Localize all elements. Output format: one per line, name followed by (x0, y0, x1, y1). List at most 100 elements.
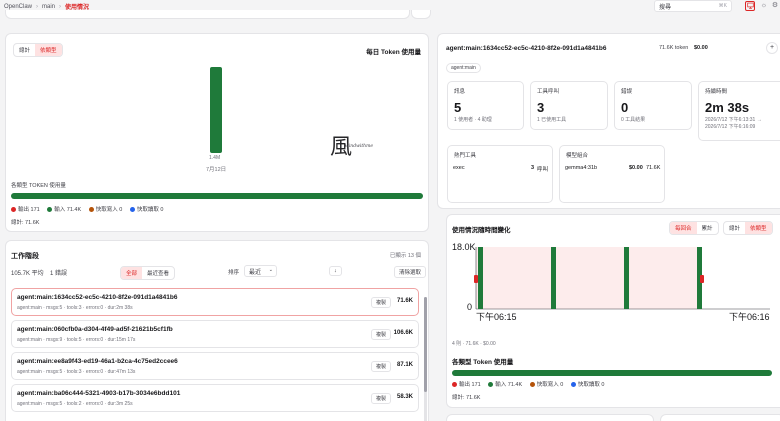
seg-total[interactable]: 總計 (724, 222, 745, 234)
timeline-legend: 輸出 171 輸入 71.4K 快取寫入 0 快取讀取 0 (452, 380, 610, 388)
stat-sub: 1 使用者 · 4 助理 (454, 117, 492, 123)
sort-value: 最近 (249, 270, 262, 276)
stat-label: 錯誤 (621, 89, 633, 95)
sessions-errors: 1 錯誤 (50, 271, 68, 277)
timeline-bar[interactable] (551, 247, 556, 309)
legend-cache-read: 快取讀取 0 (129, 206, 164, 213)
timeline-mode-toggle: 每回合 累計 (669, 221, 719, 235)
legend-dot (570, 381, 576, 387)
sessions-average: 105.7K 平均 (11, 271, 44, 277)
legend-cache-write: 快取寫入 0 (88, 206, 123, 213)
daily-bar[interactable] (210, 67, 222, 153)
legend-cache-read: 快取讀取 0 (570, 381, 604, 388)
daily-view-toggle: 總計 依類型 (13, 43, 63, 57)
model-mix-title: 模型組合 (566, 153, 589, 159)
stat-duration: 持續時間 2m 38s 2026/7/12 下午6:13:31 → 2026/7… (698, 81, 780, 141)
detail-add-button[interactable]: + (766, 42, 778, 54)
search-shortcut: ⌘K (718, 3, 727, 9)
session-tokens: 87.1K (396, 362, 413, 368)
session-name: agent:main:1634cc52-ec5c-4210-8f2e-091d1… (17, 294, 178, 301)
legend-output: 輸出 171 (452, 381, 481, 388)
seg-cumulative[interactable]: 累計 (697, 222, 718, 234)
legend-label: 快取寫入 0 (95, 207, 123, 213)
tab-all[interactable]: 全部 (121, 267, 143, 279)
session-row[interactable]: agent:main:060cfb0a-d304-4f49-ad5f-21621… (11, 320, 419, 348)
session-meta: agent:main · msgs:5 · tools:2 · errors:0… (17, 401, 133, 407)
timeline-bar[interactable] (478, 247, 483, 309)
copy-button[interactable]: 複製 (370, 297, 391, 308)
seg-per-turn[interactable]: 每回合 (670, 222, 697, 234)
stat-errors: 錯誤 0 0 工具結果 (614, 81, 692, 130)
range-handle-right[interactable] (700, 275, 704, 283)
session-meta: agent:main · msgs:5 · tools:3 · errors:0… (17, 305, 133, 311)
timeline-view-toggle: 總計 依類型 (723, 221, 773, 235)
legend-dot (88, 206, 94, 212)
legend-input: 輸入 71.4K (47, 206, 82, 213)
range-handle-left[interactable] (474, 275, 478, 283)
stat-value: 2m 38s (705, 100, 750, 115)
breadcrumb-openclaw[interactable]: OpenClaw (4, 4, 32, 10)
stat-sub: 2026/7/12 下午6:16:09 (705, 124, 756, 130)
stat-sub: 0 工具結果 (621, 117, 646, 123)
legend-cache-write: 快取寫入 0 (529, 381, 563, 388)
legend-dot (529, 381, 535, 387)
legend-dot (452, 381, 457, 387)
legend-label: 輸入 71.4K (495, 382, 523, 388)
monitor-icon[interactable] (745, 1, 755, 11)
breadcrumb-main[interactable]: main (42, 4, 55, 10)
sessions-title: 工作階段 (11, 253, 39, 260)
legend-dot (488, 381, 494, 387)
type-usage-title: 各類型 TOKEN 使用量 (11, 183, 66, 189)
daily-token-card: 總計 依類型 每日 Token 使用量 1.4M 7月12日 風 windwit… (5, 33, 429, 232)
sun-icon[interactable]: ☼ (759, 1, 769, 11)
search-label: 搜尋 (659, 4, 672, 11)
sessions-scrollbar[interactable] (424, 297, 427, 421)
seg-total[interactable]: 總計 (14, 44, 35, 56)
settings-icon[interactable]: ⚙ (770, 1, 780, 11)
sort-select[interactable]: 最近 ⌄ (244, 265, 277, 277)
search-input[interactable]: 搜尋 ⌘K (654, 0, 732, 12)
hot-tools-title: 熱門工具 (454, 153, 477, 159)
session-row[interactable]: agent:main:1634cc52-ec5c-4210-8f2e-091d1… (11, 288, 419, 316)
sort-label: 排序 (228, 270, 240, 276)
stat-label: 持續時間 (705, 89, 728, 95)
breadcrumb-separator: › (59, 3, 62, 10)
session-tokens: 71.6K (396, 298, 413, 304)
chevron-down-icon: ⌄ (268, 267, 273, 273)
bottom-card-partial (660, 414, 780, 421)
timeline-range-highlight (476, 247, 702, 309)
legend-label: 輸入 71.4K (54, 207, 82, 213)
copy-button[interactable]: 複製 (370, 329, 391, 340)
y-tick-max: 18.0K (452, 242, 476, 252)
hot-tool-unit: 呼叫 (537, 167, 549, 173)
sort-direction-button[interactable]: ↓ (329, 266, 342, 276)
daily-bar-value: 1.4M (209, 155, 221, 161)
copy-button[interactable]: 複製 (370, 361, 391, 372)
breadcrumb-separator: › (36, 3, 39, 10)
session-name: agent:main:060cfb0a-d304-4f49-ad5f-21621… (17, 326, 173, 333)
detail-agent-tag: agent:main (446, 63, 481, 73)
stat-tool-calls: 工具呼叫 3 1 已使用工具 (530, 81, 608, 130)
session-tokens: 58.3K (396, 394, 413, 400)
legend-dot (11, 206, 16, 212)
timeline-type-title: 各類型 Token 使用量 (452, 359, 514, 366)
stat-label: 工具呼叫 (537, 89, 560, 95)
timeline-bar[interactable] (624, 247, 629, 309)
seg-by-type[interactable]: 依類型 (35, 44, 62, 56)
seg-by-type[interactable]: 依類型 (745, 222, 772, 234)
clear-selection-button[interactable]: 清除選取 (394, 266, 427, 278)
tab-recent[interactable]: 最近查看 (142, 267, 174, 279)
scrollbar-thumb[interactable] (424, 297, 427, 392)
session-meta: agent:main · msgs:9 · tools:5 · errors:0… (17, 337, 136, 343)
legend-label: 輸出 171 (459, 382, 481, 388)
legend-input: 輸入 71.4K (488, 381, 523, 388)
type-legend: 輸出 171 輸入 71.4K 快取寫入 0 快取讀取 0 (11, 205, 169, 213)
type-usage-total: 總計: 71.6K (11, 220, 40, 226)
legend-label: 快取讀取 0 (136, 207, 164, 213)
copy-button[interactable]: 複製 (370, 393, 391, 404)
legend-dot (47, 206, 53, 212)
stat-messages: 訊息 5 1 使用者 · 4 助理 (447, 81, 524, 130)
timeline-type-bar (452, 370, 772, 376)
session-row[interactable]: agent:main:ba06c444-5321-4903-b17b-3034e… (11, 384, 419, 412)
session-row[interactable]: agent:main:ee8a9f43-ed19-46a1-b2ca-4c75e… (11, 352, 419, 380)
